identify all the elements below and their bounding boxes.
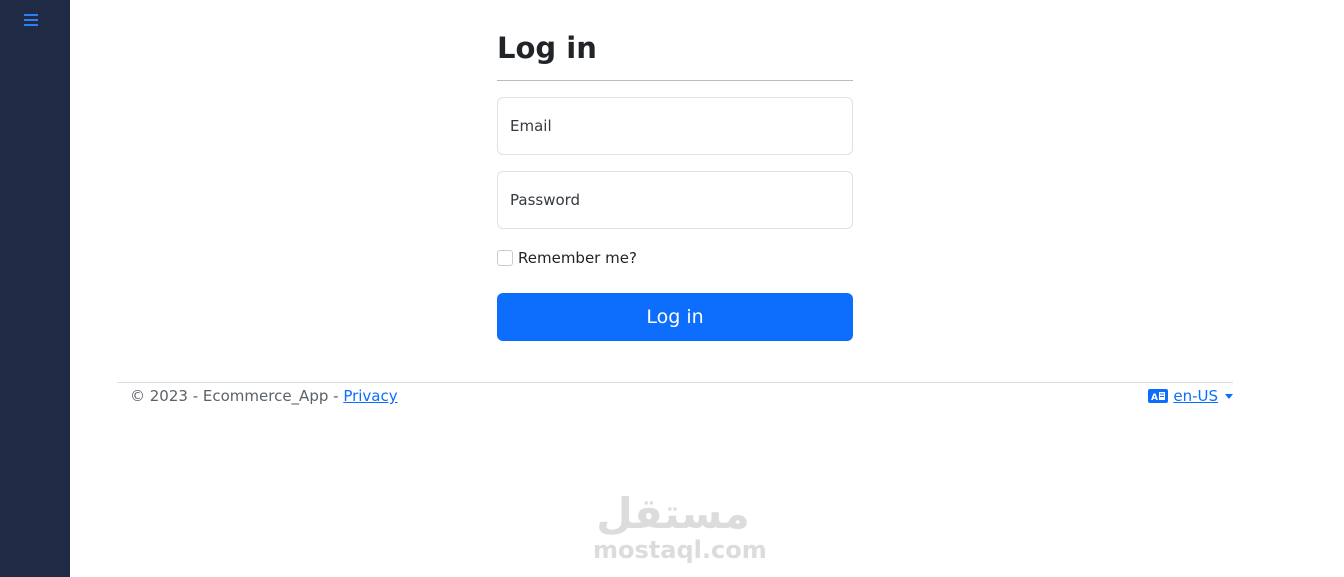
remember-me-checkbox[interactable] — [497, 250, 513, 266]
login-form: Log in Email Password Remember me? Log i… — [497, 28, 853, 341]
hamburger-menu-icon[interactable] — [24, 14, 38, 27]
watermark-latin-text: mostaql.com — [593, 536, 767, 564]
footer-copyright: © 2023 - Ecommerce_App - Privacy — [130, 386, 398, 406]
translate-icon: A — [1148, 389, 1169, 403]
watermark-logo: مستقل mostaql.com — [593, 489, 767, 564]
copyright-text: © 2023 - Ecommerce_App - — [130, 387, 344, 405]
privacy-link[interactable]: Privacy — [343, 387, 397, 405]
remember-me[interactable]: Remember me? — [497, 249, 853, 267]
page-title: Log in — [497, 31, 597, 65]
chevron-down-icon — [1225, 393, 1233, 399]
sidebar — [0, 0, 70, 577]
language-link[interactable]: en-US — [1173, 386, 1218, 406]
remember-me-label: Remember me? — [518, 249, 637, 267]
email-field-label: Email — [510, 117, 552, 135]
password-field-label: Password — [510, 191, 581, 209]
watermark-arabic-text: مستقل — [596, 489, 751, 538]
svg-text:A: A — [1151, 393, 1158, 403]
log-in-button[interactable]: Log in — [497, 293, 853, 341]
password-field[interactable]: Password — [497, 171, 853, 229]
footer-divider — [117, 382, 1233, 383]
email-field[interactable]: Email — [497, 97, 853, 155]
language-selector[interactable]: A en-US — [1148, 386, 1233, 406]
title-divider — [497, 80, 853, 81]
